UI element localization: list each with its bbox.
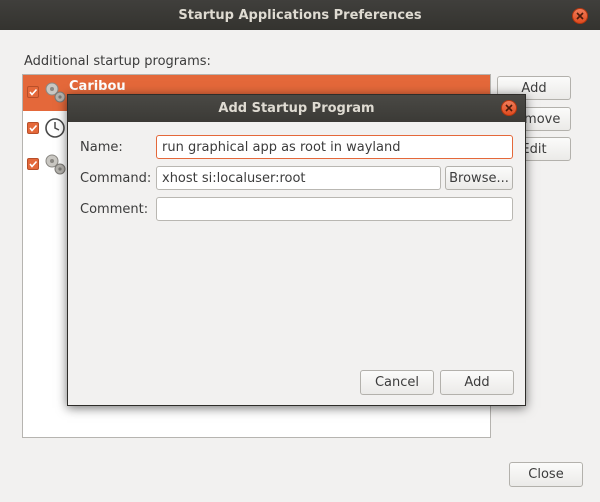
dialog-close-icon[interactable] bbox=[501, 100, 517, 116]
main-titlebar: Startup Applications Preferences bbox=[0, 0, 600, 30]
dialog-title: Add Startup Program bbox=[218, 101, 375, 116]
enabled-checkbox[interactable] bbox=[27, 122, 39, 134]
comment-label: Comment: bbox=[80, 202, 149, 217]
close-button[interactable]: Close bbox=[509, 462, 583, 487]
dialog-titlebar: Add Startup Program bbox=[68, 95, 525, 122]
enabled-checkbox[interactable] bbox=[27, 86, 39, 98]
name-field[interactable] bbox=[156, 135, 513, 159]
gears-icon bbox=[43, 152, 67, 176]
window-close-icon[interactable] bbox=[572, 8, 588, 24]
clock-icon bbox=[43, 116, 67, 140]
command-label: Command: bbox=[80, 171, 152, 186]
command-field[interactable] bbox=[156, 166, 441, 190]
comment-field[interactable] bbox=[156, 197, 513, 221]
section-label: Additional startup programs: bbox=[24, 54, 211, 69]
add-startup-program-dialog: Add Startup Program Name: Command: Brows… bbox=[67, 94, 526, 406]
name-label: Name: bbox=[80, 140, 123, 155]
gears-icon bbox=[43, 80, 67, 104]
cancel-button[interactable]: Cancel bbox=[360, 370, 434, 395]
program-name: Caribou bbox=[69, 79, 126, 94]
dialog-add-button[interactable]: Add bbox=[440, 370, 514, 395]
browse-button[interactable]: Browse... bbox=[445, 166, 513, 190]
main-window-title: Startup Applications Preferences bbox=[178, 7, 422, 23]
enabled-checkbox[interactable] bbox=[27, 158, 39, 170]
